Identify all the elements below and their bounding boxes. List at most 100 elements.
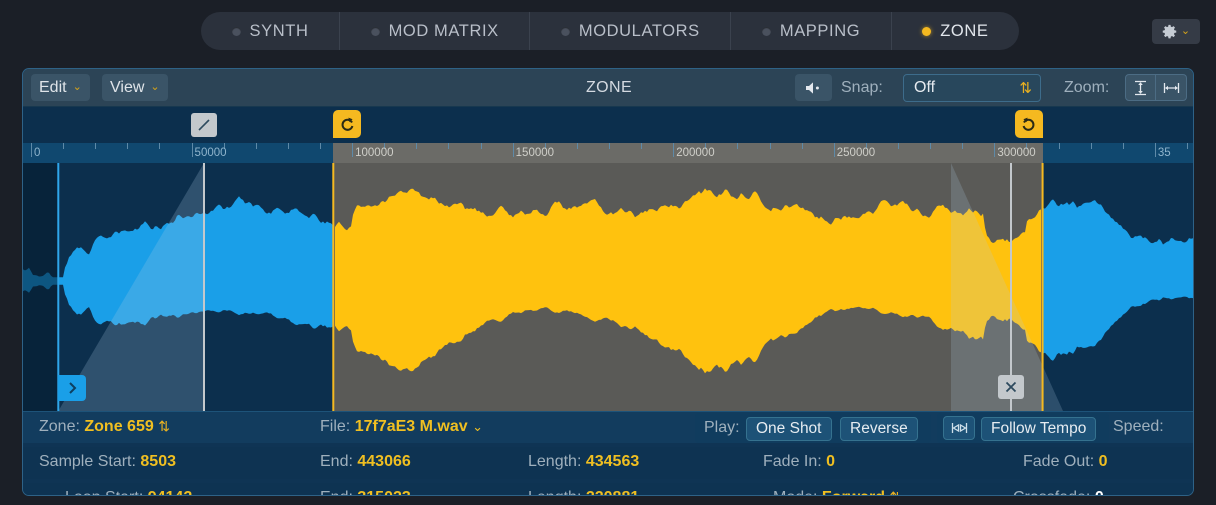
zone-editor-panel: Edit ⌄ View ⌄ ZONE Snap: Off ⇅ Zoom:	[22, 68, 1194, 496]
close-x-icon	[1004, 380, 1018, 394]
tab-label-synth: SYNTH	[250, 22, 309, 41]
sample-start-handle[interactable]	[58, 375, 86, 401]
tab-synth[interactable]: SYNTH	[201, 12, 340, 50]
file-label: File:	[320, 418, 350, 435]
zoom-vertical-button[interactable]	[1125, 74, 1156, 101]
ruler-tick	[1187, 143, 1188, 149]
sample-start-label: Sample Start:	[39, 453, 136, 470]
play-label: Play:	[704, 419, 740, 437]
loop-length-field[interactable]: Length: 220881	[528, 489, 639, 496]
loop-end-field[interactable]: End: 315023	[320, 489, 411, 496]
tab-zone[interactable]: ZONE	[892, 12, 1019, 50]
waveform-editor[interactable]: 05000010000015000020000025000030000035	[23, 107, 1194, 411]
loop-start-value: 94142	[148, 489, 193, 496]
tab-led-mod-matrix	[371, 27, 380, 36]
tab-led-mapping	[762, 27, 771, 36]
time-ruler[interactable]: 05000010000015000020000025000030000035	[23, 143, 1194, 163]
snap-value: Off	[914, 79, 935, 97]
tab-mod-matrix[interactable]: MOD MATRIX	[340, 12, 530, 50]
snap-select[interactable]: Off ⇅	[903, 74, 1041, 102]
editor-toolbar: Edit ⌄ View ⌄ ZONE Snap: Off ⇅ Zoom:	[23, 69, 1194, 107]
tab-label-mod-matrix: MOD MATRIX	[389, 22, 499, 41]
waveform-display[interactable]	[23, 163, 1194, 411]
tab-led-zone	[922, 27, 931, 36]
loop-start-field[interactable]: Loop Start: 94142	[65, 489, 192, 496]
pre-start-dim	[23, 163, 58, 411]
ruler-tick	[770, 143, 771, 149]
fade-in-label: Fade In:	[763, 453, 822, 470]
top-tab-bar: SYNTH MOD MATRIX MODULATORS MAPPING ZONE…	[0, 0, 1216, 62]
ruler-tick	[256, 143, 257, 149]
ruler-tick	[1091, 143, 1092, 149]
settings-gear-button[interactable]: ⌄	[1152, 19, 1200, 44]
ruler-tick	[1123, 143, 1124, 149]
ruler-tick	[448, 143, 449, 149]
fade-in-value: 0	[826, 453, 835, 470]
ruler-tick	[1059, 143, 1060, 149]
ruler-tick	[802, 143, 803, 149]
snap-stepper-icon: ⇅	[1019, 79, 1032, 98]
loop-length-value: 220881	[586, 489, 639, 496]
zone-label: Zone:	[39, 418, 80, 435]
sample-end-handle[interactable]	[998, 375, 1024, 399]
tab-modulators[interactable]: MODULATORS	[530, 12, 731, 50]
fade-out-value: 0	[1099, 453, 1108, 470]
zone-info-row: Zone: Zone 659 ⇅ File: 17f7aE3 M.wav ⌄ P…	[23, 411, 1194, 443]
follow-tempo-button[interactable]: Follow Tempo	[981, 417, 1096, 441]
ruler-tick	[898, 143, 899, 149]
tab-led-modulators	[561, 27, 570, 36]
bottom-handle-strip	[23, 375, 1194, 411]
ruler-tick	[63, 143, 64, 149]
tab-mapping[interactable]: MAPPING	[731, 12, 891, 50]
ruler-tick	[416, 143, 417, 149]
tab-label-modulators: MODULATORS	[579, 22, 700, 41]
ruler-label: 50000	[192, 147, 227, 159]
zoom-horizontal-button[interactable]	[1156, 74, 1187, 101]
ruler-tick	[962, 143, 963, 149]
loop-params-row: Loop Start: 94142 End: 315023 Length: 22…	[23, 483, 1194, 496]
sample-end-field[interactable]: End: 443066	[320, 453, 411, 471]
ruler-tick	[127, 143, 128, 149]
audition-speaker-button[interactable]	[795, 74, 832, 101]
waveform-svg	[23, 163, 1194, 411]
loop-end-handle[interactable]	[1015, 110, 1043, 138]
ruler-label: 0	[31, 147, 40, 159]
fade-out-label: Fade Out:	[1023, 453, 1094, 470]
fade-in-field[interactable]: Fade In: 0	[763, 453, 835, 471]
reverse-button[interactable]: Reverse	[840, 417, 918, 441]
ruler-tick	[288, 143, 289, 149]
zoom-horizontal-icon	[1163, 81, 1180, 95]
ruler-tick	[95, 143, 96, 149]
sample-start-field[interactable]: Sample Start: 8503	[39, 453, 176, 471]
loop-mode-field[interactable]: Mode: Forward ⇅	[773, 489, 901, 496]
sample-params-row: Sample Start: 8503 End: 443066 Length: 4…	[23, 447, 1194, 479]
crossfade-field[interactable]: Crossfade: 0	[1013, 489, 1104, 496]
ruler-label: 150000	[513, 147, 554, 159]
chevron-right-icon	[66, 381, 79, 395]
sample-length-value: 434563	[586, 453, 639, 470]
fade-in-handle[interactable]	[191, 113, 217, 137]
file-chevron-down-icon: ⌄	[472, 419, 483, 434]
file-field[interactable]: File: 17f7aE3 M.wav ⌄	[320, 418, 483, 436]
ruler-tick	[737, 143, 738, 149]
sample-end-label: End:	[320, 453, 353, 470]
play-mode-group: Play: One Shot Reverse	[695, 413, 931, 443]
zone-stepper-icon: ⇅	[158, 418, 170, 434]
ruler-label: 35	[1155, 147, 1171, 159]
file-value: 17f7aE3 M.wav	[355, 418, 468, 435]
loop-start-handle[interactable]	[333, 110, 361, 138]
gear-icon	[1162, 24, 1177, 39]
zoom-label: Zoom:	[1064, 79, 1109, 97]
loop-end-label: End:	[320, 489, 353, 496]
flip-horizontal-icon	[951, 422, 968, 434]
sample-end-value: 443066	[357, 453, 410, 470]
ruler-label: 200000	[673, 147, 714, 159]
loop-mode-stepper-icon: ⇅	[890, 489, 902, 496]
zone-field[interactable]: Zone: Zone 659 ⇅	[39, 418, 170, 436]
loop-start-label: Loop Start:	[65, 489, 143, 496]
ruler-bg-pre-loop	[23, 143, 333, 163]
sample-length-field[interactable]: Length: 434563	[528, 453, 639, 471]
flip-button[interactable]	[943, 416, 975, 440]
one-shot-button[interactable]: One Shot	[746, 417, 832, 441]
fade-out-field[interactable]: Fade Out: 0	[1023, 453, 1108, 471]
